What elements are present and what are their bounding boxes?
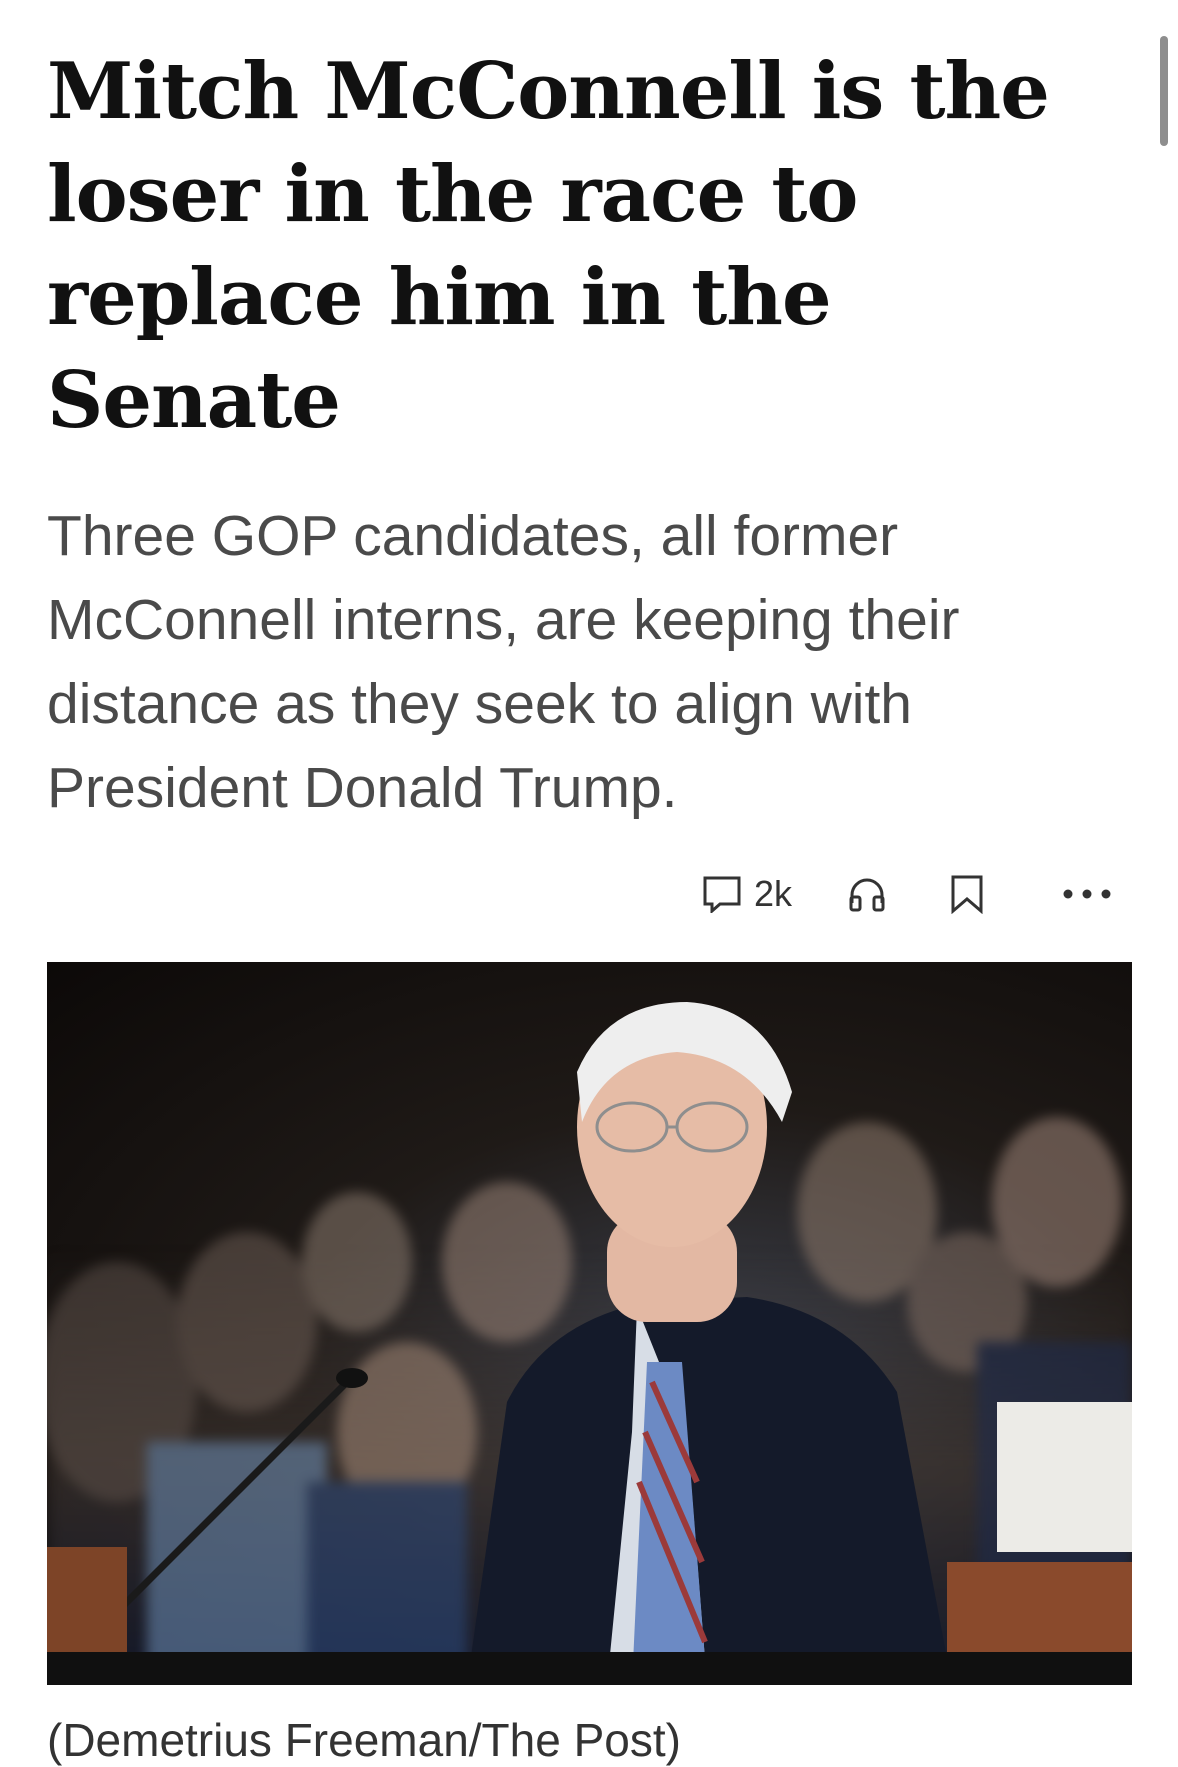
photo-caption: (Demetrius Freeman/The Post) (47, 1714, 681, 1766)
photo-illustration (47, 1002, 1132, 1685)
bookmark-icon (951, 875, 983, 914)
comments-button[interactable]: 2k (702, 866, 812, 922)
scrollbar[interactable] (1160, 36, 1168, 146)
comment-icon (703, 876, 741, 913)
article-actions: 2k (47, 866, 1132, 922)
more-options-button[interactable] (1012, 866, 1112, 922)
article-dek: Three GOP candidates, all former McConne… (47, 504, 960, 820)
comment-count: 2k (754, 873, 793, 914)
listen-button[interactable] (812, 866, 922, 922)
headphones-icon (849, 878, 885, 912)
more-options-icon (1063, 889, 1111, 899)
article-headline: Mitch McConnell is the loser in the race… (47, 46, 1050, 446)
article-photo[interactable] (47, 962, 1132, 1685)
save-button[interactable] (922, 866, 1012, 922)
article: Mitch McConnell is the loser in the race… (47, 40, 1132, 1767)
